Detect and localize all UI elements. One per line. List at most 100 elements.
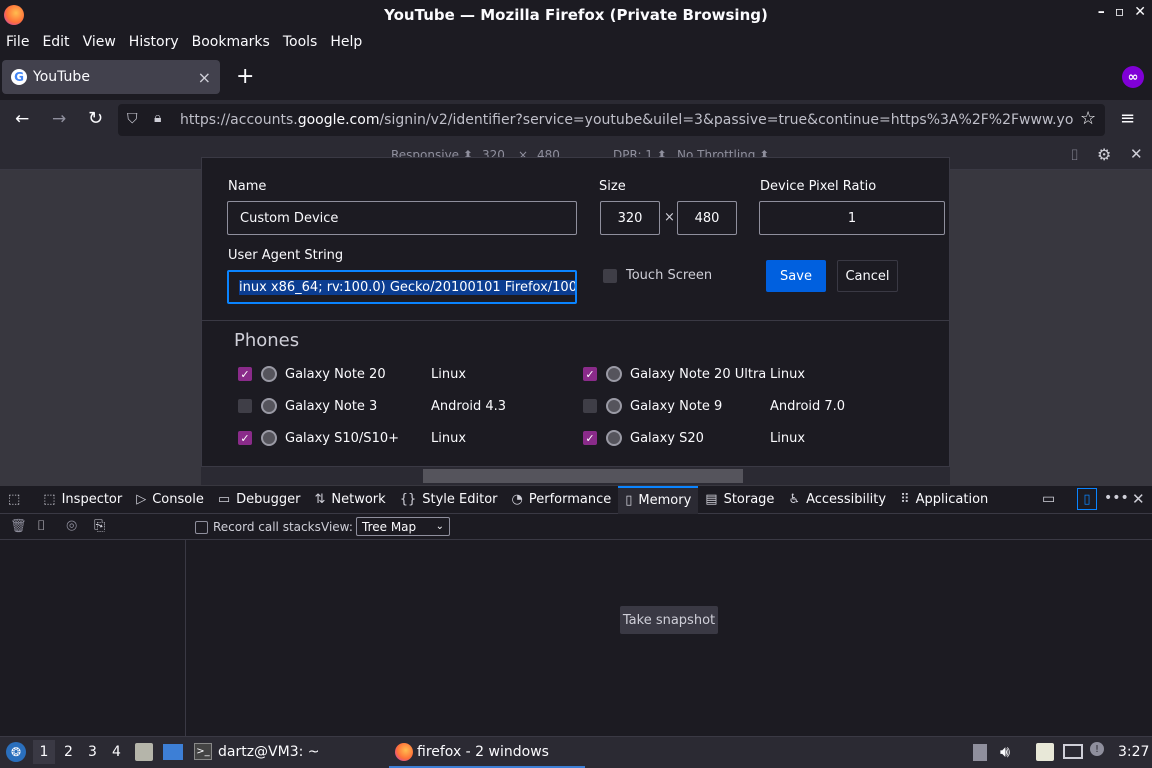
lock-icon[interactable]: 🔒︎ [154, 110, 161, 126]
url-bar[interactable]: ⛉ 🔒︎ https://accounts. google.com/signin/… [118, 104, 1105, 136]
camera-icon[interactable]: ⌷ [37, 518, 45, 534]
more-options-icon[interactable]: ••• [1104, 490, 1129, 506]
device-row[interactable]: ✓ Galaxy Note 20 Ultra Linux [583, 364, 805, 384]
device-name: Galaxy Note 20 [285, 366, 386, 382]
updates-icon[interactable] [973, 744, 987, 761]
firefox-task[interactable]: firefox - 2 windows [389, 738, 585, 768]
tab-memory[interactable]: ▯ Memory [618, 485, 699, 514]
menu-bookmarks[interactable]: Bookmarks [192, 34, 270, 50]
menu-bar: File Edit View History Bookmarks Tools H… [0, 30, 1152, 54]
tab-application[interactable]: ⠿ Application [893, 486, 995, 514]
tab-network[interactable]: ⇅ Network [308, 486, 393, 514]
tab-debugger[interactable]: ▭ Debugger [211, 486, 308, 514]
element-picker-icon[interactable]: ⬚ [0, 486, 36, 514]
record-icon[interactable]: ◎ [66, 518, 77, 533]
file-manager-icon[interactable] [135, 743, 153, 761]
tab-console[interactable]: ▷ Console [129, 486, 211, 514]
close-rdm-icon[interactable]: ✕ [1130, 145, 1143, 163]
clipboard-icon[interactable] [1036, 743, 1054, 761]
url-prefix: https://accounts. [180, 112, 298, 128]
tab-label: Application [915, 492, 989, 507]
record-call-stacks-option[interactable]: Record call stacks [195, 520, 321, 534]
save-button[interactable]: Save [766, 260, 826, 292]
tab-accessibility[interactable]: ♿︎ Accessibility [781, 486, 893, 514]
workspace-4[interactable]: 4 [112, 744, 121, 760]
device-checkbox[interactable] [583, 399, 597, 413]
clock: 3:27 [1118, 744, 1150, 760]
network-status-icon[interactable] [1063, 744, 1083, 759]
new-tab-button[interactable]: + [236, 64, 254, 89]
maximize-button[interactable]: ▫ [1115, 4, 1125, 20]
trash-icon[interactable]: 🗑︎ [10, 519, 27, 534]
tab-label: Accessibility [806, 492, 887, 507]
dpr-input[interactable]: 1 [759, 201, 945, 235]
view-select[interactable]: Tree Map ⌄ [356, 517, 450, 536]
desktop-icon[interactable] [163, 744, 183, 760]
workspace-3[interactable]: 3 [88, 744, 97, 760]
device-row[interactable]: ✓ Galaxy S10/S10+ Linux [238, 428, 466, 448]
terminal-task[interactable]: dartz@VM3: ~ [218, 744, 320, 760]
device-row[interactable]: Galaxy Note 9 Android 7.0 [583, 396, 845, 416]
size-width-input[interactable]: 320 [600, 201, 660, 235]
minimize-button[interactable]: – [1098, 4, 1105, 20]
user-agent-selected-text: inux x86_64; rv:100.0) Gecko/20100101 Fi… [239, 279, 575, 295]
dock-icon[interactable]: ▭ [1042, 491, 1055, 507]
responsive-mode-icon[interactable]: ▯ [1077, 488, 1097, 510]
touch-screen-checkbox[interactable] [603, 268, 617, 283]
menu-history[interactable]: History [129, 34, 179, 50]
tab-label: Style Editor [422, 492, 498, 507]
menu-help[interactable]: Help [330, 34, 362, 50]
tab-close-icon[interactable]: × [198, 68, 211, 87]
reload-icon[interactable]: ↻ [88, 108, 103, 129]
device-row[interactable]: ✓ Galaxy S20 Linux [583, 428, 805, 448]
chrome-icon [606, 398, 622, 414]
cancel-button[interactable]: Cancel [837, 260, 898, 292]
device-checkbox[interactable]: ✓ [583, 431, 597, 445]
tab-title: YouTube [33, 69, 90, 85]
notification-icon[interactable]: ! [1090, 742, 1104, 756]
device-row[interactable]: ✓ Galaxy Note 20 Linux [238, 364, 466, 384]
device-name-input[interactable]: Custom Device [227, 201, 577, 235]
window-title: YouTube — Mozilla Firefox (Private Brows… [384, 6, 768, 24]
user-agent-input[interactable]: inux x86_64; rv:100.0) Gecko/20100101 Fi… [227, 270, 577, 304]
tab-youtube[interactable]: G YouTube × [2, 60, 220, 94]
tab-storage[interactable]: ▤ Storage [698, 486, 781, 514]
view-select-value: Tree Map [362, 519, 417, 534]
devtools-tabbar: ⬚ ⬚ Inspector ▷ Console ▭ Debugger ⇅ Network… [0, 485, 1152, 514]
hamburger-menu-icon[interactable]: ≡ [1120, 108, 1135, 129]
scrollbar-thumb[interactable] [423, 469, 743, 483]
menu-tools[interactable]: Tools [283, 34, 318, 50]
back-icon[interactable]: ← [15, 109, 29, 129]
record-call-stacks-checkbox[interactable] [195, 520, 208, 534]
workspace-2[interactable]: 2 [64, 744, 73, 760]
tab-performance[interactable]: ◔ Performance [505, 486, 619, 514]
tab-style-editor[interactable]: {} Style Editor [393, 486, 505, 514]
close-window-button[interactable]: ✕ [1134, 4, 1146, 20]
tab-inspector[interactable]: ⬚ Inspector [36, 486, 129, 514]
horizontal-scrollbar[interactable] [201, 467, 950, 485]
take-snapshot-button[interactable]: Take snapshot [620, 606, 718, 634]
forward-icon[interactable]: → [52, 109, 66, 129]
bookmark-star-icon[interactable]: ☆ [1080, 108, 1096, 129]
tab-label: Debugger [236, 492, 301, 507]
menu-file[interactable]: File [6, 34, 29, 50]
import-icon[interactable]: ⎘ [94, 518, 105, 534]
device-checkbox[interactable]: ✓ [583, 367, 597, 381]
device-row[interactable]: Galaxy Note 3 Android 4.3 [238, 396, 506, 416]
tab-label: Network [331, 492, 386, 507]
size-height-input[interactable]: 480 [677, 201, 737, 235]
device-checkbox[interactable]: ✓ [238, 367, 252, 381]
device-checkbox[interactable]: ✓ [238, 431, 252, 445]
shield-icon[interactable]: ⛉ [127, 111, 138, 127]
volume-icon[interactable]: 🔊︎ [1000, 742, 1010, 762]
start-menu-icon[interactable]: ❂ [6, 742, 26, 762]
chrome-icon [261, 430, 277, 446]
device-checkbox[interactable] [238, 399, 252, 413]
close-devtools-icon[interactable]: ✕ [1132, 490, 1145, 508]
touch-screen-option[interactable]: Touch Screen [603, 268, 712, 283]
screenshot-icon[interactable]: ⌷ [1070, 146, 1079, 164]
menu-edit[interactable]: Edit [42, 34, 69, 50]
menu-view[interactable]: View [83, 34, 116, 50]
workspace-1[interactable]: 1 [33, 740, 55, 764]
settings-gear-icon[interactable]: ⚙ [1097, 145, 1111, 164]
